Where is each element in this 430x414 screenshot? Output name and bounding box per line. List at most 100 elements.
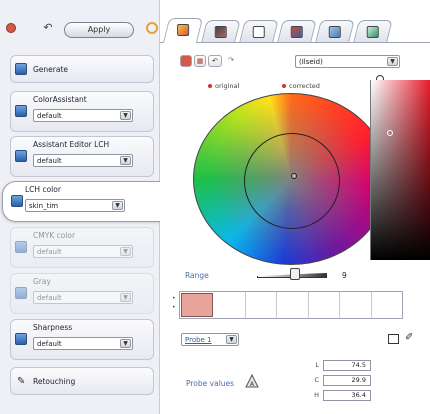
probe-swatch[interactable] — [340, 292, 372, 318]
lch-l-field[interactable]: 74.5 — [323, 360, 371, 371]
panel-item-retouching[interactable]: ✎ Retouching — [10, 367, 154, 395]
lch-editor-icon — [15, 150, 27, 162]
panel-item-gray[interactable]: Gray default ▼ — [10, 273, 154, 314]
range-slider-handle[interactable] — [290, 268, 300, 280]
probe-swatch[interactable] — [372, 292, 402, 318]
preset-select[interactable]: default ▼ — [33, 245, 133, 258]
editor-panel: ▦ ↶ ↷ (Ilseid) ▼ original corrected Rang… — [160, 0, 430, 414]
preset-select-value: default — [37, 157, 62, 165]
panel-item-label: Assistant Editor LCH — [33, 140, 110, 149]
chevron-down-icon[interactable]: ▼ — [226, 335, 237, 344]
probe-swatch[interactable] — [181, 293, 214, 317]
preset-select[interactable]: default ▼ — [33, 154, 133, 167]
mode-select-value: (Ilseid) — [299, 58, 323, 66]
grid-mode-button[interactable]: ▦ — [194, 55, 206, 67]
panel-item-label: Generate — [33, 65, 69, 74]
preset-select-value: default — [37, 112, 62, 120]
panel-item-generate[interactable]: Generate — [10, 55, 154, 83]
original-marker-icon — [208, 84, 212, 88]
legend-corrected: corrected — [282, 82, 320, 90]
lch-key: C — [314, 376, 319, 384]
color-tab-icon — [177, 24, 190, 36]
tab-image[interactable] — [201, 20, 241, 42]
preset-select-value: skin_tim — [29, 202, 59, 210]
probe-swatch[interactable] — [309, 292, 341, 318]
probe-select[interactable]: Probe 1 ▼ — [181, 333, 239, 346]
gray-icon — [15, 287, 27, 299]
chevron-down-icon[interactable]: ▼ — [112, 201, 123, 210]
panel-item-label: Sharpness — [33, 323, 73, 332]
lightness-gradient[interactable] — [370, 80, 430, 260]
panel-item-label: CMYK color — [33, 231, 76, 240]
cmyk-icon — [15, 241, 27, 253]
probe-swatches — [179, 291, 403, 319]
gear-icon[interactable] — [146, 22, 158, 34]
panel-item-label: ColorAssistant — [33, 95, 87, 104]
lch-color-icon — [11, 195, 23, 207]
range-value: 9 — [342, 271, 347, 280]
photo-tab-icon — [290, 26, 303, 38]
tab-color[interactable] — [162, 18, 204, 43]
undo-icon[interactable]: ↶ — [40, 22, 56, 34]
legend-corrected-label: corrected — [289, 82, 320, 90]
red-mode-button[interactable] — [180, 55, 192, 67]
panel-item-cmyk-color[interactable]: CMYK color default ▼ — [10, 227, 154, 268]
color-assistant-icon — [15, 105, 27, 117]
lch-h-field[interactable]: 36.4 — [323, 390, 371, 401]
apply-button[interactable]: Apply — [64, 22, 134, 38]
tab-photo[interactable] — [277, 20, 317, 42]
lch-key: L — [315, 361, 319, 369]
range-label: Range — [185, 271, 209, 280]
preset-select[interactable]: skin_tim ▼ — [25, 199, 125, 212]
redo-icon[interactable]: ↷ — [225, 55, 237, 67]
chevron-down-icon[interactable]: ▼ — [120, 111, 131, 120]
brush-icon: ✎ — [17, 376, 26, 387]
panel-item-assistant-editor-lch[interactable]: Assistant Editor LCH default ▼ — [10, 136, 154, 177]
probe-swatch[interactable] — [277, 292, 309, 318]
toggle-dot-icon[interactable] — [6, 23, 16, 33]
chevron-down-icon[interactable]: ▼ — [387, 57, 398, 66]
tab-layers[interactable] — [315, 20, 355, 42]
color-wheel[interactable] — [192, 93, 392, 265]
toolbar: ↶ Apply — [0, 0, 160, 48]
chevron-down-icon[interactable]: ▼ — [120, 293, 131, 302]
preset-select[interactable]: default ▼ — [33, 291, 133, 304]
range-circle — [244, 133, 340, 229]
preset-select-value: default — [37, 294, 62, 302]
settings-tab-icon — [366, 26, 379, 38]
panel-item-sharpness[interactable]: Sharpness default ▼ — [10, 319, 154, 360]
probe-values-label: Probe values — [186, 379, 235, 388]
probe-select-value: Probe 1 — [185, 336, 212, 344]
tab-frame[interactable] — [239, 20, 279, 42]
legend-original-label: original — [215, 82, 240, 90]
panel-item-lch-color[interactable]: LCH color skin_tim ▼ — [2, 181, 160, 222]
frame-tab-icon — [252, 26, 265, 38]
preset-select[interactable]: default ▼ — [33, 337, 133, 350]
lch-key: H — [314, 391, 319, 399]
gradient-cursor[interactable] — [387, 130, 393, 136]
preset-select[interactable]: default ▼ — [33, 109, 133, 122]
panel-item-label: LCH color — [25, 185, 61, 194]
chevron-down-icon[interactable]: ▼ — [120, 156, 131, 165]
tab-strip — [160, 16, 430, 43]
preset-select-value: default — [37, 340, 62, 348]
lch-c-field[interactable]: 29.9 — [323, 375, 371, 386]
panel-item-color-assistant[interactable]: ColorAssistant default ▼ — [10, 91, 154, 132]
probe-swatch[interactable] — [246, 292, 278, 318]
mode-select[interactable]: (Ilseid) ▼ — [295, 55, 400, 68]
chevron-down-icon[interactable]: ▼ — [120, 339, 131, 348]
eyedropper-icon[interactable]: ✐ — [405, 332, 413, 343]
legend-original: original — [208, 82, 239, 90]
tab-divider — [160, 42, 430, 43]
probe-view-icon[interactable] — [388, 334, 399, 344]
chevron-down-icon[interactable]: ▼ — [120, 247, 131, 256]
color-picker-cursor[interactable] — [291, 173, 297, 179]
probe-swatch[interactable] — [214, 292, 246, 318]
sharpness-icon — [15, 333, 27, 345]
image-tab-icon — [214, 26, 227, 38]
lightness-gradient-fill — [371, 80, 430, 260]
undo-icon[interactable]: ↶ — [208, 55, 222, 67]
tab-settings[interactable] — [353, 20, 393, 42]
panel-item-label: Gray — [33, 277, 51, 286]
layers-tab-icon — [328, 26, 341, 38]
